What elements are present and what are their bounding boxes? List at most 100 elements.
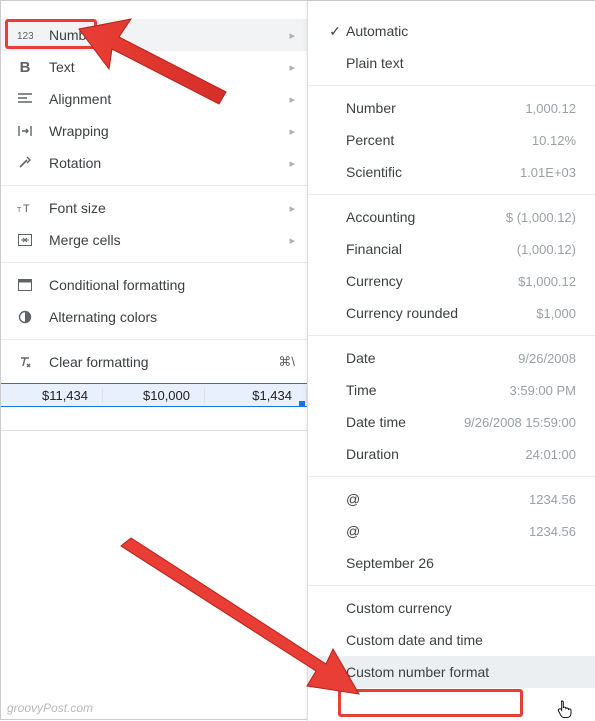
format-custom-currency[interactable]: Custom currency bbox=[308, 592, 595, 624]
merge-cells-icon bbox=[15, 234, 35, 246]
chevron-right-icon: ▸ bbox=[289, 29, 295, 42]
watermark: groovyPost.com bbox=[7, 701, 93, 715]
format-label: Custom number format bbox=[346, 664, 576, 680]
cursor-pointer-icon bbox=[556, 699, 574, 719]
format-recent-1[interactable]: @ 1234.56 bbox=[308, 483, 595, 515]
separator bbox=[1, 262, 307, 263]
menu-font-size[interactable]: TT Font size ▸ bbox=[1, 192, 307, 224]
format-example: (1,000.12) bbox=[517, 242, 576, 257]
separator bbox=[308, 194, 595, 195]
format-custom-date-time[interactable]: Custom date and time bbox=[308, 624, 595, 656]
format-label: Accounting bbox=[346, 209, 506, 225]
conditional-formatting-icon bbox=[15, 279, 35, 291]
svg-text:123: 123 bbox=[17, 31, 33, 42]
format-label: Automatic bbox=[346, 23, 576, 39]
format-financial[interactable]: Financial (1,000.12) bbox=[308, 233, 595, 265]
format-example: 9/26/2008 15:59:00 bbox=[464, 415, 576, 430]
format-label: Plain text bbox=[346, 55, 576, 71]
sheet-cell[interactable]: $10,000 bbox=[103, 388, 205, 403]
chevron-right-icon: ▸ bbox=[289, 125, 295, 138]
separator bbox=[308, 476, 595, 477]
format-example: $1,000.12 bbox=[518, 274, 576, 289]
sheet-row[interactable] bbox=[1, 407, 307, 431]
format-accounting[interactable]: Accounting $ (1,000.12) bbox=[308, 201, 595, 233]
selection-handle[interactable] bbox=[299, 401, 305, 407]
format-label: Custom date and time bbox=[346, 632, 576, 648]
menu-wrapping[interactable]: Wrapping ▸ bbox=[1, 115, 307, 147]
menu-merge-cells-label: Merge cells bbox=[49, 232, 289, 248]
format-example: 1.01E+03 bbox=[520, 165, 576, 180]
format-plain-text[interactable]: Plain text bbox=[308, 47, 595, 79]
menu-alignment[interactable]: Alignment ▸ bbox=[1, 83, 307, 115]
chevron-right-icon: ▸ bbox=[289, 202, 295, 215]
format-example: 10.12% bbox=[532, 133, 576, 148]
menu-rotation[interactable]: Rotation ▸ bbox=[1, 147, 307, 179]
format-date[interactable]: Date 9/26/2008 bbox=[308, 342, 595, 374]
menu-number[interactable]: 123 Number ▸ bbox=[1, 19, 307, 51]
svg-text:T: T bbox=[23, 203, 30, 215]
format-label: @ bbox=[346, 523, 529, 539]
menu-conditional-formatting[interactable]: Conditional formatting bbox=[1, 269, 307, 301]
format-label: Date time bbox=[346, 414, 464, 430]
format-example: 3:59:00 PM bbox=[510, 383, 577, 398]
format-recent-2[interactable]: @ 1234.56 bbox=[308, 515, 595, 547]
format-example: 1,000.12 bbox=[525, 101, 576, 116]
menu-alignment-label: Alignment bbox=[49, 91, 289, 107]
menu-alternating-colors-label: Alternating colors bbox=[49, 309, 295, 325]
shortcut-text: ⌘\ bbox=[278, 354, 295, 370]
format-label: Number bbox=[346, 100, 525, 116]
format-label: September 26 bbox=[346, 555, 576, 571]
format-recent-3[interactable]: September 26 bbox=[308, 547, 595, 579]
menu-alternating-colors[interactable]: Alternating colors bbox=[1, 301, 307, 333]
sheet-cell[interactable]: $1,434 bbox=[205, 388, 307, 403]
rotation-icon bbox=[15, 156, 35, 170]
alignment-icon bbox=[15, 93, 35, 105]
menu-clear-formatting-label: Clear formatting bbox=[49, 354, 278, 370]
check-icon: ✓ bbox=[324, 23, 346, 40]
menu-rotation-label: Rotation bbox=[49, 155, 289, 171]
format-scientific[interactable]: Scientific 1.01E+03 bbox=[308, 156, 595, 188]
format-label: Duration bbox=[346, 446, 525, 462]
sheet-row-selected[interactable]: $11,434 $10,000 $1,434 bbox=[1, 383, 307, 407]
clear-formatting-icon bbox=[15, 355, 35, 369]
menu-conditional-formatting-label: Conditional formatting bbox=[49, 277, 295, 293]
menu-clear-formatting[interactable]: Clear formatting ⌘\ bbox=[1, 346, 307, 378]
format-label: Time bbox=[346, 382, 510, 398]
format-label: Date bbox=[346, 350, 518, 366]
svg-text:T: T bbox=[17, 207, 22, 214]
separator bbox=[308, 585, 595, 586]
format-example: 1234.56 bbox=[529, 492, 576, 507]
spreadsheet: $11,434 $10,000 $1,434 bbox=[1, 383, 307, 431]
format-example: $ (1,000.12) bbox=[506, 210, 576, 225]
chevron-right-icon: ▸ bbox=[289, 157, 295, 170]
alternating-colors-icon bbox=[15, 310, 35, 324]
format-label: @ bbox=[346, 491, 529, 507]
wrapping-icon bbox=[15, 124, 35, 138]
separator bbox=[1, 185, 307, 186]
format-label: Percent bbox=[346, 132, 532, 148]
separator bbox=[1, 339, 307, 340]
menu-font-size-label: Font size bbox=[49, 200, 289, 216]
menu-merge-cells[interactable]: Merge cells ▸ bbox=[1, 224, 307, 256]
format-percent[interactable]: Percent 10.12% bbox=[308, 124, 595, 156]
format-custom-number-format[interactable]: Custom number format bbox=[308, 656, 595, 688]
format-date-time[interactable]: Date time 9/26/2008 15:59:00 bbox=[308, 406, 595, 438]
format-label: Custom currency bbox=[346, 600, 576, 616]
format-number[interactable]: Number 1,000.12 bbox=[308, 92, 595, 124]
format-label: Currency bbox=[346, 273, 518, 289]
format-example: 24:01:00 bbox=[525, 447, 576, 462]
format-currency[interactable]: Currency $1,000.12 bbox=[308, 265, 595, 297]
menu-wrapping-label: Wrapping bbox=[49, 123, 289, 139]
number-icon: 123 bbox=[15, 28, 35, 42]
bold-icon: B bbox=[15, 59, 35, 76]
format-automatic[interactable]: ✓ Automatic bbox=[308, 15, 595, 47]
format-menu: 123 Number ▸ B Text ▸ Alignment ▸ Wrappi… bbox=[1, 1, 307, 378]
separator bbox=[308, 85, 595, 86]
sheet-cell[interactable]: $11,434 bbox=[1, 388, 103, 403]
chevron-right-icon: ▸ bbox=[289, 234, 295, 247]
menu-text[interactable]: B Text ▸ bbox=[1, 51, 307, 83]
separator bbox=[308, 335, 595, 336]
format-currency-rounded[interactable]: Currency rounded $1,000 bbox=[308, 297, 595, 329]
format-duration[interactable]: Duration 24:01:00 bbox=[308, 438, 595, 470]
format-time[interactable]: Time 3:59:00 PM bbox=[308, 374, 595, 406]
